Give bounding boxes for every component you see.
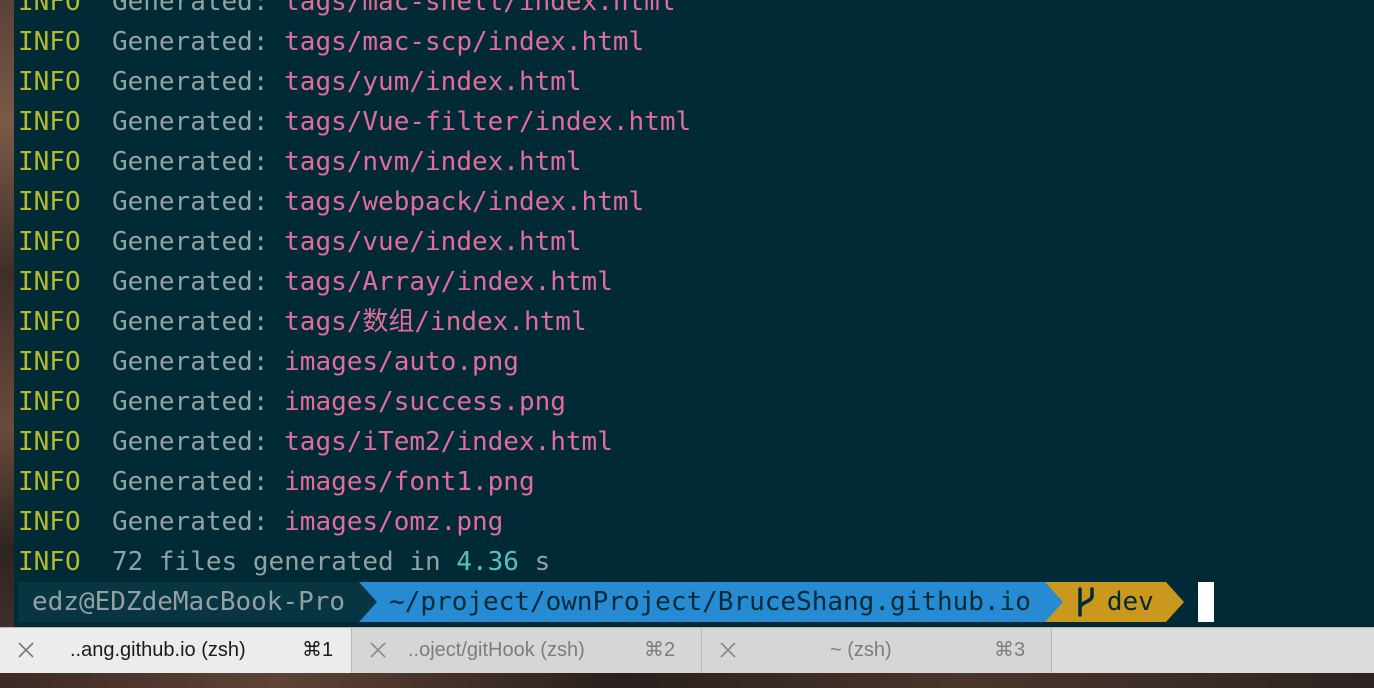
log-line: INFO Generated: tags/webpack/index.html — [18, 182, 691, 222]
log-label: Generated: — [111, 227, 269, 257]
log-line: INFO Generated: images/auto.png — [18, 342, 691, 382]
close-icon[interactable] — [16, 640, 36, 660]
log-level: INFO — [18, 387, 81, 417]
screen: INFO Generated: tags/mac-shell/index.htm… — [0, 0, 1374, 688]
log-line: INFO Generated: images/success.png — [18, 382, 691, 422]
log-level: INFO — [18, 0, 81, 17]
log-line: INFO Generated: tags/iTem2/index.html — [18, 422, 691, 462]
log-line: INFO Generated: images/font1.png — [18, 462, 691, 502]
log-label: Generated: — [111, 267, 269, 297]
log-line: INFO Generated: images/omz.png — [18, 502, 691, 542]
log-label: Generated: — [111, 0, 269, 17]
tab-shortcut: ⌘3 — [994, 639, 1026, 661]
log-path: tags/mac-scp/index.html — [284, 27, 645, 57]
log-label: Generated: — [111, 107, 269, 137]
log-level: INFO — [18, 267, 81, 297]
terminal-output: INFO Generated: tags/mac-shell/index.htm… — [18, 0, 691, 582]
log-label: Generated: — [111, 347, 269, 377]
log-line: INFO Generated: tags/yum/index.html — [18, 62, 691, 102]
log-path: images/auto.png — [284, 347, 519, 377]
log-level: INFO — [18, 107, 81, 137]
log-path: tags/nvm/index.html — [284, 147, 582, 177]
prompt-cwd: ~/project/ownProject/BruceShang.github.i… — [359, 582, 1045, 622]
tab-bar-empty-area[interactable] — [1052, 628, 1374, 673]
log-path: tags/webpack/index.html — [284, 187, 645, 217]
log-line: INFO Generated: tags/nvm/index.html — [18, 142, 691, 182]
summary-unit: s — [534, 547, 551, 577]
log-line: INFO Generated: tags/Vue-filter/index.ht… — [18, 102, 691, 142]
tab-2[interactable]: ..oject/gitHook (zsh) ⌘2 — [352, 628, 702, 673]
log-label: Generated: — [111, 507, 269, 537]
log-label: Generated: — [111, 187, 269, 217]
log-level: INFO — [18, 147, 81, 177]
close-icon[interactable] — [718, 640, 738, 660]
log-label: Generated: — [111, 67, 269, 97]
log-path: tags/Array/index.html — [284, 267, 613, 297]
log-level: INFO — [18, 27, 81, 57]
tab-bar: ..ang.github.io (zsh) ⌘1 ..oject/gitHook… — [0, 627, 1374, 673]
desktop-wallpaper-edge — [0, 0, 14, 688]
prompt-arrow-end — [1165, 582, 1184, 622]
log-line: INFO Generated: tags/mac-scp/index.html — [18, 22, 691, 62]
log-level: INFO — [18, 547, 81, 577]
log-level: INFO — [18, 507, 81, 537]
log-summary-line: INFO 72 files generated in 4.36 s — [18, 542, 691, 582]
log-label: Generated: — [111, 467, 269, 497]
log-path: images/success.png — [284, 387, 566, 417]
log-label: Generated: — [111, 27, 269, 57]
log-line: INFO Generated: tags/Array/index.html — [18, 262, 691, 302]
tab-shortcut: ⌘2 — [644, 639, 676, 661]
tab-3[interactable]: ~ (zsh) ⌘3 — [702, 628, 1052, 673]
terminal-window[interactable]: INFO Generated: tags/mac-shell/index.htm… — [14, 0, 1374, 627]
log-path: tags/数组/index.html — [284, 307, 587, 337]
log-level: INFO — [18, 187, 81, 217]
tab-1[interactable]: ..ang.github.io (zsh) ⌘1 — [0, 628, 352, 673]
log-path: images/omz.png — [284, 507, 504, 537]
log-label: Generated: — [111, 147, 269, 177]
log-level: INFO — [18, 467, 81, 497]
git-branch-icon — [1078, 587, 1094, 617]
log-label: Generated: — [111, 427, 269, 457]
tab-shortcut: ⌘1 — [302, 639, 334, 661]
close-icon[interactable] — [368, 640, 388, 660]
log-level: INFO — [18, 347, 81, 377]
log-path: tags/vue/index.html — [284, 227, 582, 257]
desktop-wallpaper-bottom — [0, 673, 1374, 688]
log-path: tags/iTem2/index.html — [284, 427, 613, 457]
log-label: Generated: — [111, 387, 269, 417]
log-path: tags/yum/index.html — [284, 67, 582, 97]
log-level: INFO — [18, 67, 81, 97]
log-level: INFO — [18, 427, 81, 457]
log-line: INFO Generated: tags/vue/index.html — [18, 222, 691, 262]
tab-title: ..oject/gitHook (zsh) — [408, 639, 585, 661]
log-line: INFO Generated: tags/mac-shell/index.htm… — [18, 0, 691, 22]
log-path: tags/mac-shell/index.html — [284, 0, 676, 17]
log-level: INFO — [18, 227, 81, 257]
log-label: Generated: — [111, 307, 269, 337]
prompt-branch: dev — [1106, 587, 1154, 617]
summary-text: 72 files generated in — [111, 547, 441, 577]
tab-title: ~ (zsh) — [830, 639, 892, 661]
terminal-cursor — [1197, 582, 1214, 622]
shell-prompt: edz@EDZdeMacBook-Pro ~/project/ownProjec… — [18, 582, 1214, 622]
log-level: INFO — [18, 307, 81, 337]
tab-title: ..ang.github.io (zsh) — [70, 639, 246, 661]
log-line: INFO Generated: tags/数组/index.html — [18, 302, 691, 342]
prompt-git-segment: dev — [1044, 582, 1166, 622]
prompt-user-host: edz@EDZdeMacBook-Pro — [18, 582, 360, 622]
log-path: images/font1.png — [284, 467, 535, 497]
summary-duration: 4.36 — [456, 547, 519, 577]
log-path: tags/Vue-filter/index.html — [284, 107, 692, 137]
